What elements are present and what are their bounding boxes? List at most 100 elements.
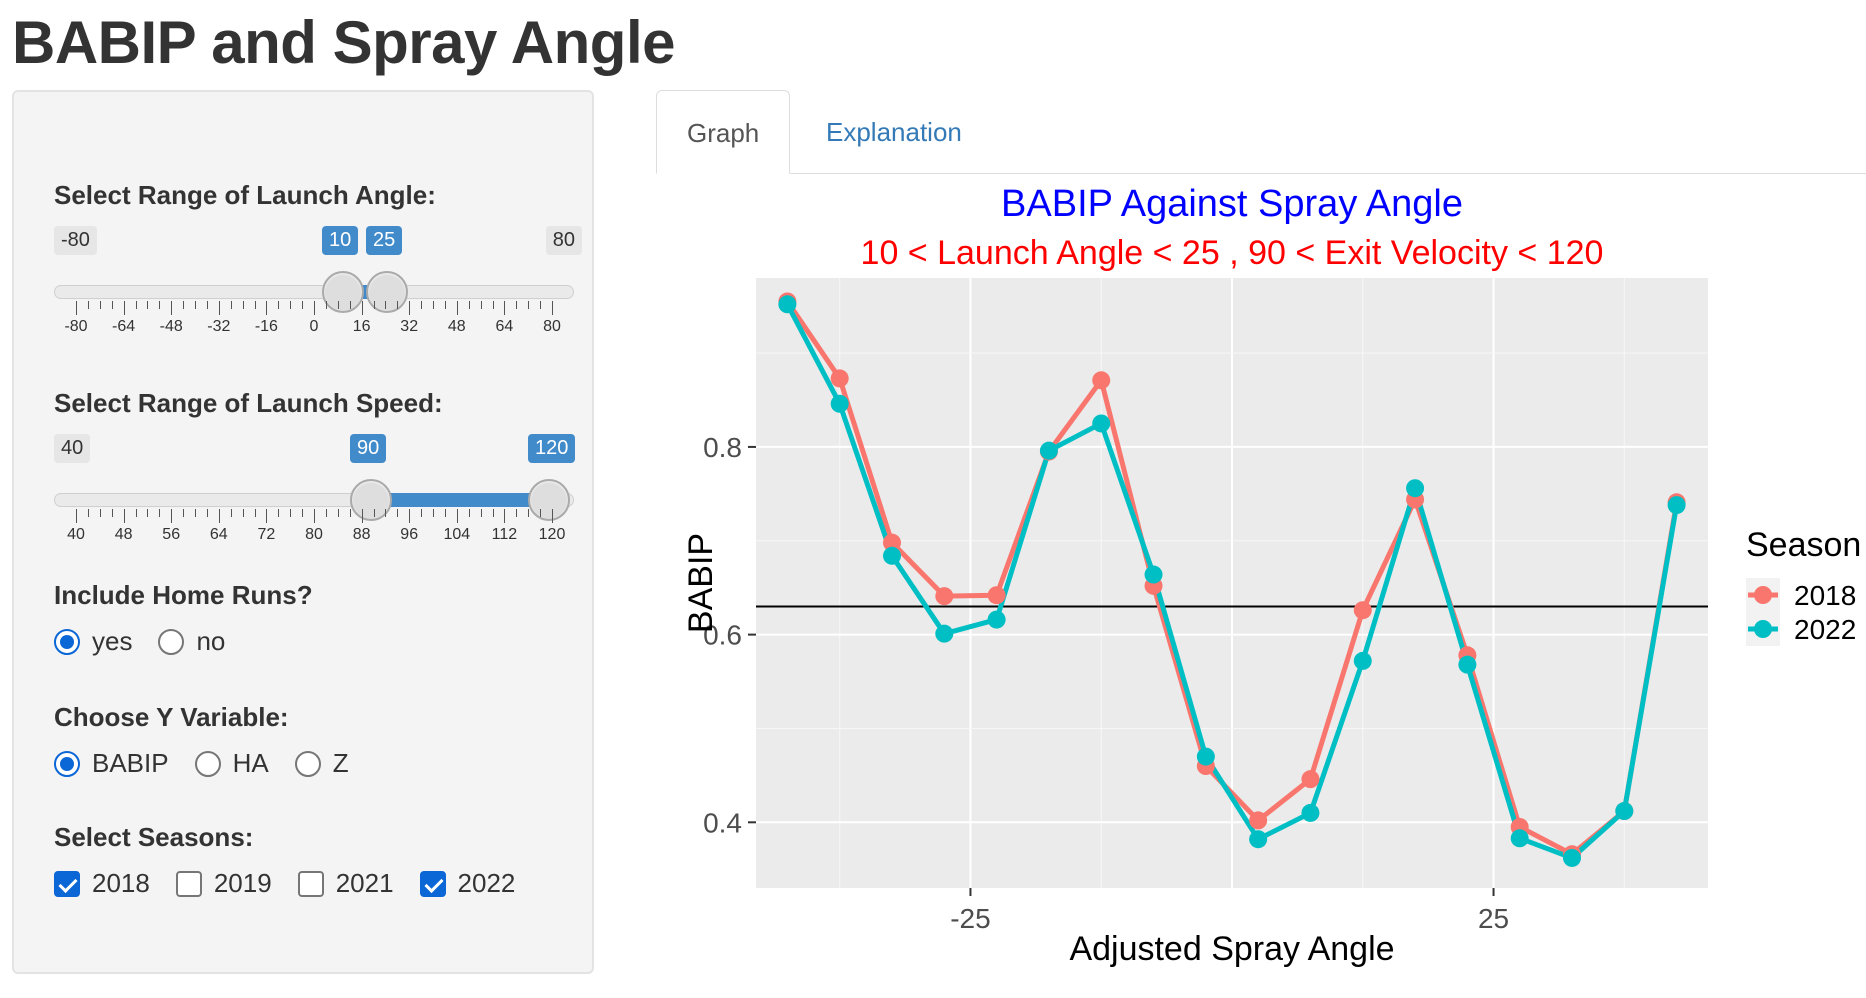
y-variable-babip-option[interactable]: BABIP: [54, 748, 169, 779]
launch-speed-major-tick: [409, 509, 411, 523]
launch-speed-minor-tick: [433, 509, 434, 517]
data-point-2022: [935, 624, 954, 643]
launch-speed-tick-label: 120: [538, 526, 566, 543]
launch-speed-minor-tick: [135, 509, 137, 517]
launch-speed-tick-label: 72: [257, 526, 276, 543]
y-variable-ha-option[interactable]: HA: [194, 748, 269, 779]
y-variable-babip-label: BABIP: [92, 748, 169, 778]
season-2021-checkbox[interactable]: [297, 870, 324, 897]
launch-speed-minor-tick: [492, 509, 494, 517]
legend-key-point-2018: [1754, 586, 1772, 604]
launch-angle-tick-label: 48: [447, 318, 466, 335]
launch-speed-ticks: [54, 509, 574, 523]
launch-speed-minor-tick: [540, 509, 542, 517]
launch-speed-major-tick: [504, 509, 506, 523]
legend-key-point-2022: [1754, 620, 1772, 638]
data-point-2022: [1563, 848, 1581, 867]
data-point-2018: [987, 586, 1006, 605]
data-point-2018: [1353, 601, 1372, 620]
data-point-2022: [987, 610, 1006, 629]
sidebar-panel: Select Range of Launch Angle: -80 80 10 …: [12, 90, 594, 974]
season-2022-label: 2022: [457, 868, 516, 898]
launch-angle-low-badge: 10: [322, 226, 359, 255]
launch-speed-major-tick: [76, 509, 77, 523]
chart-title: BABIP Against Spray Angle: [1001, 183, 1463, 225]
legend-title: Season: [1746, 526, 1861, 564]
launch-speed-minor-tick: [528, 509, 530, 517]
season-2022-checkbox[interactable]: [419, 870, 446, 897]
home-runs-no-label: no: [196, 626, 226, 656]
data-point-2018: [1249, 811, 1268, 830]
launch-angle-minor-tick: [206, 301, 208, 309]
y-variable-z-option[interactable]: Z: [294, 748, 349, 779]
launch-speed-selected-range: [372, 493, 552, 507]
launch-angle-tick-label: -48: [159, 318, 183, 335]
launch-angle-tick-label: 0: [309, 318, 319, 335]
x-tick-label: -25: [950, 903, 990, 934]
season-2018-label: 2018: [92, 868, 150, 898]
launch-speed-minor-tick: [99, 509, 101, 517]
launch-speed-major-tick: [314, 509, 315, 523]
launch-speed-minor-tick: [385, 509, 387, 517]
launch-angle-slider[interactable]: -80 80 10 25 -80 -64 -48 -32 -16 0 16 32 48 64 80: [54, 226, 582, 336]
launch-angle-minor-tick: [99, 301, 101, 309]
tab-explanation[interactable]: Explanation: [796, 90, 992, 174]
launch-angle-minor-tick: [230, 301, 232, 309]
y-variable-label: Choose Y Variable:: [54, 702, 289, 732]
data-point-2022: [1092, 414, 1111, 433]
launch-speed-minor-tick: [278, 509, 280, 517]
launch-angle-major-tick: [314, 301, 315, 315]
launch-angle-minor-tick: [516, 301, 518, 309]
launch-angle-tick-label: -16: [254, 318, 278, 335]
home-runs-yes-label: yes: [92, 626, 133, 656]
launch-speed-tick-label: 40: [67, 526, 85, 543]
tab-bar: Graph Explanation: [656, 90, 1866, 174]
launch-speed-minor-tick: [230, 509, 232, 517]
launch-speed-major-tick: [552, 509, 553, 523]
data-point-2018: [830, 369, 849, 388]
data-point-2022: [1144, 565, 1163, 584]
launch-speed-minor-tick: [325, 509, 327, 517]
home-runs-yes-option[interactable]: yes: [54, 626, 132, 657]
launch-angle-minor-tick: [540, 301, 542, 309]
y-variable-babip-radio[interactable]: [54, 750, 80, 777]
launch-speed-major-tick: [266, 509, 268, 523]
launch-angle-minor-tick: [87, 301, 89, 309]
season-2019-option[interactable]: 2019: [175, 868, 272, 899]
season-2018-option[interactable]: 2018: [54, 868, 150, 899]
y-variable-z-label: Z: [332, 748, 349, 778]
season-2018-checkbox[interactable]: [54, 870, 80, 897]
data-point-2022: [1353, 651, 1372, 670]
data-point-2022: [1458, 655, 1477, 674]
y-tick-label: 0.8: [703, 432, 742, 463]
season-2021-option[interactable]: 2021: [297, 868, 394, 899]
season-2021-label: 2021: [335, 868, 394, 898]
legend: Season 20182022: [1746, 526, 1861, 646]
launch-speed-tick-label: 112: [491, 526, 518, 543]
y-variable-z-radio[interactable]: [294, 750, 321, 777]
launch-angle-min-label: -80: [54, 226, 97, 255]
launch-speed-slider[interactable]: 40 90 120 40 48 56 64 72 80 88 96 104 112 120: [54, 434, 576, 544]
launch-speed-minor-tick: [349, 509, 351, 517]
launch-speed-minor-tick: [290, 509, 292, 517]
tab-graph[interactable]: Graph: [656, 90, 791, 174]
launch-speed-tick-label: 104: [443, 526, 471, 543]
y-variable-ha-radio[interactable]: [194, 750, 221, 777]
data-point-2022: [1615, 802, 1634, 821]
legend-label-2022: 2022: [1794, 614, 1856, 645]
babip-chart: BABIP Against Spray Angle 10 < Launch An…: [682, 183, 1861, 968]
chart-subtitle: 10 < Launch Angle < 25 , 90 < Exit Veloc…: [861, 234, 1604, 272]
launch-angle-major-tick: [409, 301, 411, 315]
launch-speed-minor-tick: [302, 509, 304, 517]
home-runs-yes-radio[interactable]: [54, 628, 80, 655]
launch-angle-minor-tick: [254, 301, 256, 309]
launch-angle-tick-label: 80: [543, 318, 561, 335]
launch-speed-major-tick: [171, 509, 173, 523]
launch-angle-minor-tick: [468, 301, 470, 309]
seasons-options: 2018 2019 2021 2022: [54, 868, 541, 899]
home-runs-no-option[interactable]: no: [158, 626, 225, 657]
launch-angle-track[interactable]: [54, 285, 574, 299]
home-runs-no-radio[interactable]: [158, 628, 185, 655]
season-2019-checkbox[interactable]: [175, 870, 202, 897]
season-2022-option[interactable]: 2022: [419, 868, 516, 899]
